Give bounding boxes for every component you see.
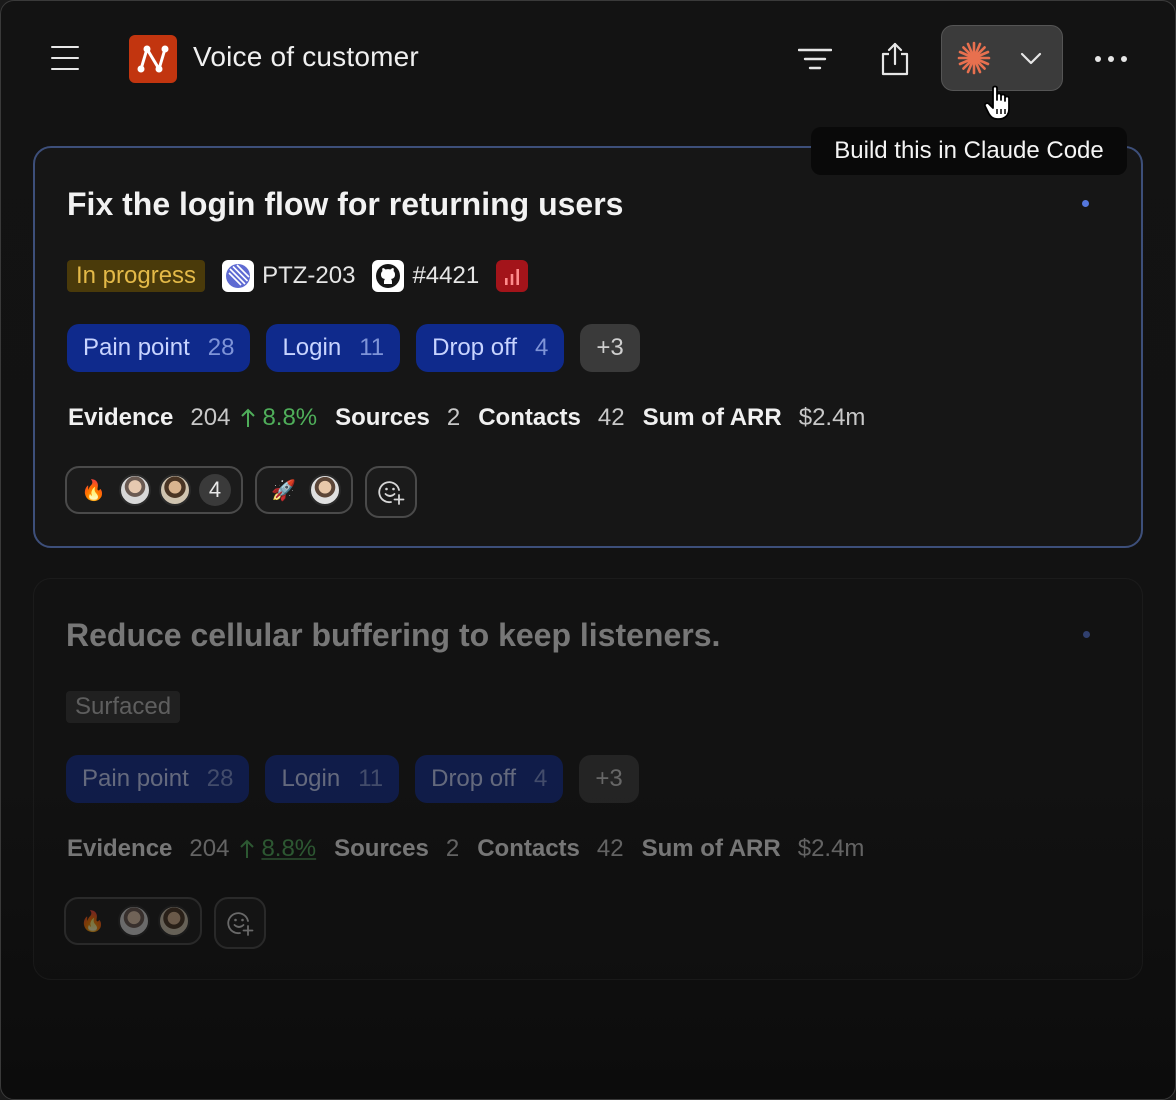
evidence-trend-value: 8.8% bbox=[261, 835, 317, 862]
arr-label: Sum of ARR bbox=[642, 404, 782, 431]
add-reaction-button[interactable] bbox=[214, 897, 266, 949]
evidence-label: Evidence bbox=[68, 404, 174, 431]
more-tags-button[interactable]: +3 bbox=[580, 324, 640, 372]
filter-button[interactable] bbox=[791, 35, 839, 83]
card-title: Reduce cellular buffering to keep listen… bbox=[66, 617, 721, 653]
arrow-up-icon bbox=[241, 408, 256, 427]
tag-pain-point[interactable]: Pain point 28 bbox=[66, 755, 250, 803]
status-badge[interactable]: In progress bbox=[67, 260, 206, 292]
more-options-button[interactable] bbox=[1087, 35, 1135, 83]
evidence-label: Evidence bbox=[67, 835, 173, 862]
reaction-list: 🔥 bbox=[64, 897, 266, 949]
evidence-value: 204 bbox=[189, 835, 230, 862]
github-issue-id: #4421 bbox=[412, 262, 480, 289]
tag-label: Login bbox=[281, 765, 341, 792]
tag-drop-off[interactable]: Drop off 4 bbox=[415, 755, 564, 803]
analytics-link[interactable] bbox=[496, 260, 536, 292]
contacts-value: 42 bbox=[596, 835, 624, 862]
tag-count: 11 bbox=[358, 765, 384, 792]
fire-icon: 🔥 bbox=[80, 910, 105, 933]
avatar bbox=[118, 905, 150, 937]
avatar bbox=[309, 474, 341, 506]
add-emoji-icon bbox=[227, 912, 254, 936]
app-logo-icon bbox=[129, 35, 177, 83]
linear-issue-id: PTZ-203 bbox=[262, 262, 356, 289]
arr-label: Sum of ARR bbox=[641, 835, 781, 862]
card-title: Fix the login flow for returning users bbox=[67, 186, 624, 222]
reaction-fire[interactable]: 🔥 4 bbox=[65, 466, 243, 514]
contacts-value: 42 bbox=[597, 404, 625, 431]
evidence-trend[interactable]: 8.8% bbox=[240, 404, 317, 432]
contacts-label: Contacts bbox=[478, 404, 581, 431]
add-reaction-button[interactable] bbox=[365, 466, 417, 518]
share-button[interactable] bbox=[871, 35, 919, 83]
reaction-fire[interactable]: 🔥 bbox=[64, 897, 202, 945]
more-horizontal-icon bbox=[1095, 56, 1127, 62]
page-title: Voice of customer bbox=[193, 41, 419, 72]
tag-label: Pain point bbox=[83, 334, 190, 361]
avatar bbox=[158, 905, 190, 937]
insight-card[interactable]: Reduce cellular buffering to keep listen… bbox=[33, 578, 1143, 980]
chevron-down-icon bbox=[1020, 52, 1042, 65]
insight-card[interactable]: Fix the login flow for returning users I… bbox=[33, 146, 1143, 548]
avatar bbox=[119, 474, 151, 506]
unread-dot-icon bbox=[1083, 631, 1090, 638]
arrow-up-icon bbox=[240, 839, 255, 858]
sources-value: 2 bbox=[446, 404, 461, 431]
menu-icon[interactable] bbox=[51, 46, 79, 70]
reaction-count: 4 bbox=[199, 474, 231, 506]
arr-value: $2.4m bbox=[797, 835, 865, 862]
claude-code-tooltip: Build this in Claude Code bbox=[811, 127, 1127, 175]
evidence-value: 204 bbox=[190, 404, 231, 431]
add-emoji-icon bbox=[378, 481, 405, 505]
tag-label: Pain point bbox=[82, 765, 189, 792]
claude-spark-icon bbox=[957, 41, 991, 75]
bar-chart-icon bbox=[496, 260, 529, 292]
evidence-trend[interactable]: 8.8% bbox=[239, 835, 316, 863]
github-issue-link[interactable]: #4421 bbox=[372, 260, 479, 292]
app-window: Voice of customer Build this in Claude C… bbox=[0, 0, 1176, 1100]
hand-pointer-icon bbox=[983, 85, 1017, 126]
fire-icon: 🔥 bbox=[81, 479, 106, 502]
sources-label: Sources bbox=[334, 835, 429, 862]
tag-count: 11 bbox=[359, 334, 385, 361]
tag-count: 28 bbox=[206, 765, 234, 792]
claude-code-button[interactable] bbox=[941, 25, 1063, 91]
sources-value: 2 bbox=[445, 835, 460, 862]
metrics-row: Evidence 204 8.8% Sources 2 Contacts 42 … bbox=[68, 404, 883, 432]
status-badge[interactable]: Surfaced bbox=[66, 691, 181, 723]
tag-drop-off[interactable]: Drop off 4 bbox=[416, 324, 565, 372]
tag-list: Pain point 28 Login 11 Drop off 4 +3 bbox=[66, 755, 639, 803]
sources-label: Sources bbox=[335, 404, 430, 431]
evidence-trend-value: 8.8% bbox=[262, 404, 318, 431]
contacts-label: Contacts bbox=[477, 835, 580, 862]
more-tags-button[interactable]: +3 bbox=[579, 755, 639, 803]
linear-icon bbox=[222, 260, 255, 292]
avatar bbox=[159, 474, 191, 506]
tag-count: 4 bbox=[534, 765, 548, 792]
status-row: In progress PTZ-203 #4421 bbox=[67, 258, 536, 294]
tag-label: Drop off bbox=[432, 334, 518, 361]
share-icon bbox=[881, 42, 909, 76]
tag-login[interactable]: Login 11 bbox=[265, 755, 400, 803]
linear-issue-link[interactable]: PTZ-203 bbox=[222, 260, 355, 292]
reaction-list: 🔥 4 🚀 bbox=[65, 466, 417, 518]
unread-dot-icon bbox=[1082, 200, 1089, 207]
tag-count: 28 bbox=[207, 334, 235, 361]
tag-count: 4 bbox=[535, 334, 549, 361]
tag-label: Drop off bbox=[431, 765, 517, 792]
github-icon bbox=[372, 260, 405, 292]
arr-value: $2.4m bbox=[798, 404, 866, 431]
tag-label: Login bbox=[282, 334, 342, 361]
filter-icon bbox=[798, 48, 832, 70]
tag-list: Pain point 28 Login 11 Drop off 4 +3 bbox=[67, 324, 640, 372]
tag-pain-point[interactable]: Pain point 28 bbox=[67, 324, 251, 372]
reaction-rocket[interactable]: 🚀 bbox=[255, 466, 353, 514]
rocket-icon: 🚀 bbox=[271, 479, 296, 502]
status-row: Surfaced bbox=[66, 689, 181, 725]
tag-login[interactable]: Login 11 bbox=[266, 324, 401, 372]
metrics-row: Evidence 204 8.8% Sources 2 Contacts 42 … bbox=[67, 835, 882, 863]
